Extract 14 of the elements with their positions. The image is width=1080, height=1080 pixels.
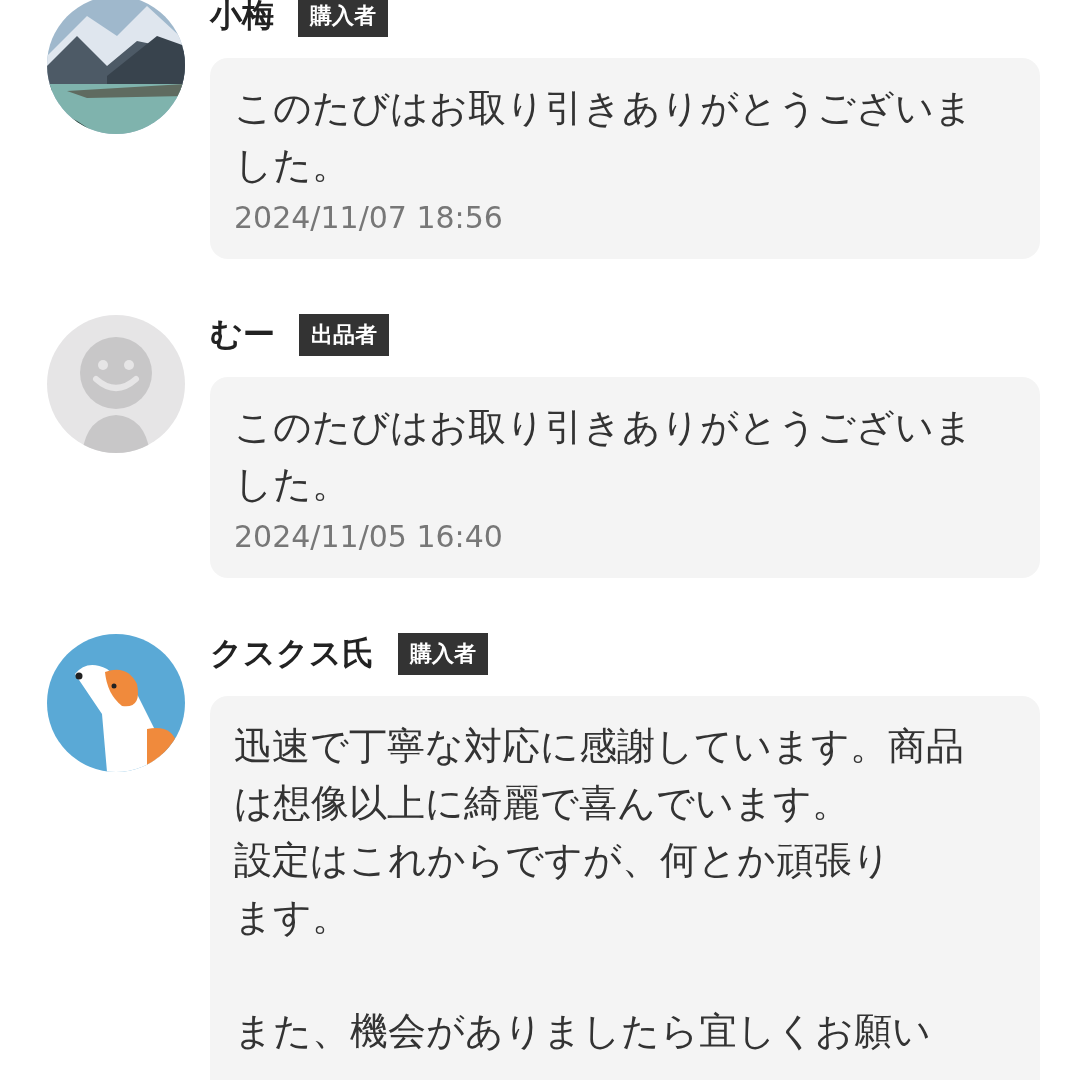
user-name: むー bbox=[210, 314, 275, 355]
role-badge: 購入者 bbox=[298, 0, 388, 37]
message-text: 迅速で丁寧な対応に感謝しています。商品は想像以上に綺麗で喜んでいます。 bbox=[234, 723, 965, 827]
message-text: また、機会がありましたら宜しくお願い bbox=[234, 1008, 932, 1055]
role-badge: 購入者 bbox=[398, 633, 488, 675]
message-text: このたびはお取り引きありがとうございました。 bbox=[234, 404, 974, 508]
timestamp: 2024/11/07 18:56 bbox=[234, 200, 503, 235]
message-text: 設定はこれからですが、何とか頑張り bbox=[234, 837, 892, 884]
user-name: クスクス氏 bbox=[210, 633, 374, 674]
message-text: ます。 bbox=[234, 894, 351, 941]
message-text: このたびはお取り引きありがとうございました。 bbox=[234, 85, 974, 189]
role-badge: 出品者 bbox=[299, 314, 389, 356]
user-name: 小梅 bbox=[210, 0, 274, 36]
timestamp: 2024/11/05 16:40 bbox=[234, 519, 503, 554]
